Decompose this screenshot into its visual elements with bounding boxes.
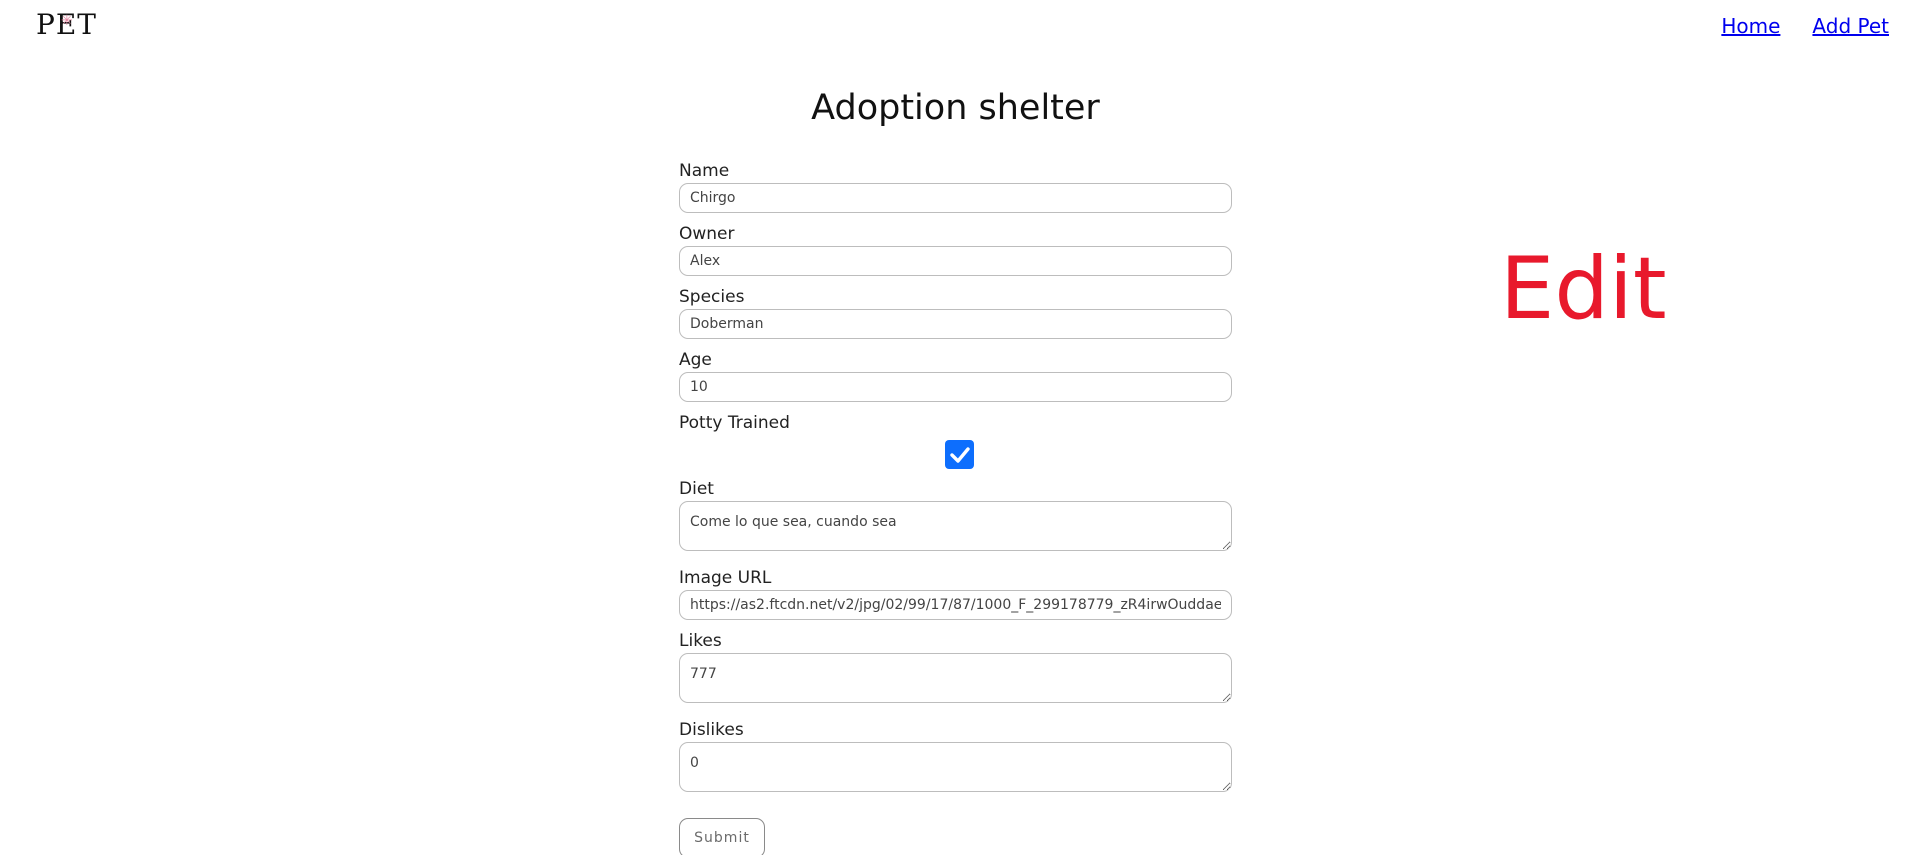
species-group: Species — [679, 286, 1232, 339]
image-url-label: Image URL — [679, 568, 772, 588]
dislikes-label: Dislikes — [679, 720, 744, 740]
age-label: Age — [679, 350, 712, 370]
owner-group: Owner — [679, 223, 1232, 276]
edit-mode-label: Edit — [1500, 239, 1667, 339]
owner-label: Owner — [679, 224, 735, 244]
pet-form: Name Owner Species Age Potty Trained — [679, 160, 1232, 855]
age-input[interactable] — [679, 372, 1232, 402]
image-url-input[interactable] — [679, 590, 1232, 620]
likes-textarea[interactable]: 777 — [679, 653, 1232, 703]
dislikes-textarea[interactable]: 0 — [679, 742, 1232, 792]
top-nav: Home Add Pet — [1721, 14, 1889, 38]
name-group: Name — [679, 160, 1232, 213]
nav-add-pet-link[interactable]: Add Pet — [1812, 14, 1889, 38]
name-input[interactable] — [679, 183, 1232, 213]
diet-label: Diet — [679, 479, 714, 499]
diet-textarea[interactable]: Come lo que sea, cuando sea — [679, 501, 1232, 551]
page: PET ✳ Home Add Pet Adoption shelter Edit… — [0, 0, 1911, 855]
owner-input[interactable] — [679, 246, 1232, 276]
logo[interactable]: PET ✳ — [36, 8, 97, 42]
checkmark-icon — [949, 446, 970, 463]
likes-label: Likes — [679, 631, 722, 651]
dislikes-group: Dislikes 0 — [679, 719, 1232, 792]
name-label: Name — [679, 161, 730, 181]
potty-trained-label: Potty Trained — [679, 413, 790, 433]
logo-star-icon: ✳ — [61, 13, 74, 29]
likes-group: Likes 777 — [679, 630, 1232, 703]
age-group: Age — [679, 349, 1232, 402]
potty-trained-checkbox[interactable] — [945, 440, 974, 469]
image-url-group: Image URL — [679, 567, 1232, 620]
submit-button[interactable]: Submit — [679, 818, 765, 855]
diet-group: Diet Come lo que sea, cuando sea — [679, 478, 1232, 551]
page-title: Adoption shelter — [811, 88, 1100, 128]
species-input[interactable] — [679, 309, 1232, 339]
nav-home-link[interactable]: Home — [1721, 14, 1780, 38]
potty-trained-group: Potty Trained — [679, 412, 1232, 474]
species-label: Species — [679, 287, 745, 307]
